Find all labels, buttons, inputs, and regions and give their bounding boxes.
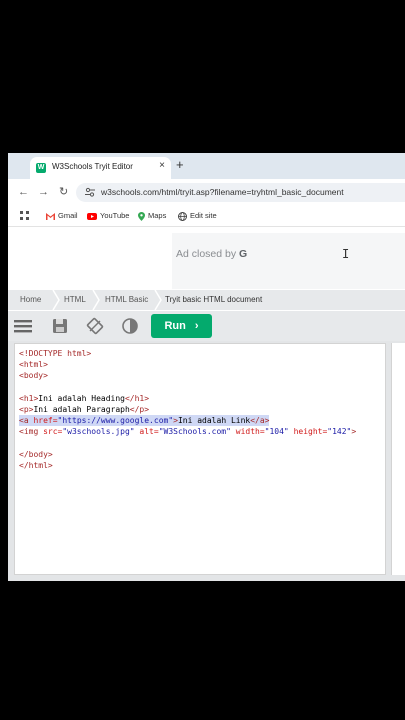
code-token: </html> [19,460,53,470]
code-token: Ini adalah Link [177,416,251,426]
forward-button[interactable]: → [38,185,49,199]
result-pane [391,343,405,575]
code-token: </p> [129,404,150,414]
code-token: <img [19,427,44,437]
code-content[interactable]: <!DOCTYPE html> <html> <body> <h1>Ini adal… [19,348,356,471]
chevron-right-icon: › [194,320,199,332]
back-button[interactable]: ← [18,185,29,199]
youtube-icon [87,212,97,220]
code-token: <a [19,416,34,426]
maps-icon [138,211,145,221]
code-token: href= [33,416,58,426]
ad-closed-text: Ad closed by G [176,248,248,260]
code-token: height= [293,427,328,437]
text-cursor-icon: I [342,247,350,261]
browser-toolbar: ← → ↻ w3schools.com/html/tryit.asp?filen… [8,179,405,206]
browser-tab[interactable]: W W3Schools Tryit Editor × [30,157,171,179]
code-token: </h1> [124,393,150,403]
breadcrumb-item-html[interactable]: HTML [64,290,86,310]
code-line[interactable]: <!DOCTYPE html> [19,348,356,359]
code-token: alt= [139,427,159,437]
code-token: </body> [19,449,53,459]
run-button[interactable]: Run › [151,314,212,338]
code-token: <body> [19,371,48,381]
code-line[interactable]: </html> [19,460,356,471]
breadcrumb-item-html-basic[interactable]: HTML Basic [105,290,148,310]
bookmark-maps[interactable]: Maps [138,211,166,221]
w3schools-favicon-icon: W [36,163,46,173]
site-info-icon[interactable] [84,186,96,198]
tab-title: W3Schools Tryit Editor [52,162,133,171]
tab-close-icon[interactable]: × [159,160,165,171]
code-token: > [351,427,357,437]
breadcrumb-item-current: Tryit basic HTML document [165,295,263,304]
code-line[interactable]: <html> [19,359,356,370]
theme-contrast-icon[interactable] [121,317,139,335]
code-line[interactable]: <body> [19,370,356,381]
bookmark-label: Gmail [58,211,78,220]
code-line[interactable]: <p>Ini adalah Paragraph</p> [19,404,356,415]
ad-box [172,233,405,289]
menu-icon[interactable] [14,317,32,335]
bookmark-label: Maps [148,211,167,220]
breadcrumb-separator [154,290,162,310]
gmail-icon [46,212,55,220]
breadcrumb: Home HTML HTML Basic Tryit basic HTML do… [8,290,405,310]
globe-icon [178,211,187,221]
apps-grid-icon[interactable] [20,211,29,220]
code-line[interactable]: <a href="https://www.google.com">Ini ada… [19,415,270,427]
code-line[interactable]: <h1>Ini adalah Heading</h1> [19,393,356,404]
rotate-orientation-icon[interactable] [86,317,104,335]
code-line[interactable] [19,382,356,393]
code-token: </a> [250,416,270,426]
code-token: src= [43,427,63,437]
code-token: "W3Schools.com" [158,427,236,437]
bookmark-gmail[interactable]: Gmail [46,211,78,220]
url-text: w3schools.com/html/tryit.asp?filename=tr… [101,187,344,197]
code-token: "w3schools.jpg" [62,427,140,437]
code-line[interactable] [19,438,356,449]
code-token: <p> [19,404,34,414]
code-token: <html> [19,360,48,370]
code-token: "104" [264,427,294,437]
bookmark-label: YouTube [100,211,130,220]
code-line[interactable]: </body> [19,449,356,460]
code-token: Ini adalah Paragraph [33,404,130,414]
code-token: "https://www.google.com" [57,416,174,426]
bookmark-label: Edit site [190,211,217,220]
address-bar[interactable]: w3schools.com/html/tryit.asp?filename=tr… [76,183,405,202]
code-token: <!DOCTYPE html> [19,349,92,358]
breadcrumb-separator [52,290,60,310]
code-line[interactable]: <img src="w3schools.jpg" alt="W3Schools.… [19,426,356,437]
code-token: "142" [327,427,352,437]
breadcrumb-item-home[interactable]: Home [20,290,41,310]
bookmark-youtube[interactable]: YouTube [87,211,129,220]
code-token: Ini adalah Heading [38,393,125,403]
code-token: width= [235,427,265,437]
save-icon[interactable] [51,317,69,335]
run-label: Run [164,320,186,332]
breadcrumb-separator [92,290,100,310]
editor-toolbar: Run › [8,311,405,341]
reload-button[interactable]: ↻ [59,185,68,199]
browser-window: W W3Schools Tryit Editor × + ← → ↻ w3sch… [8,153,405,581]
bookmarks-bar: Gmail YouTube Maps Edit site [8,206,405,227]
tab-strip: W W3Schools Tryit Editor × + [8,153,405,179]
new-tab-button[interactable]: + [176,157,184,173]
code-editor[interactable]: <!DOCTYPE html> <html> <body> <h1>Ini adal… [14,343,386,575]
code-token: <h1> [19,393,39,403]
editor-area: <!DOCTYPE html> <html> <body> <h1>Ini adal… [8,341,405,581]
bookmark-edit-site[interactable]: Edit site [178,211,217,221]
